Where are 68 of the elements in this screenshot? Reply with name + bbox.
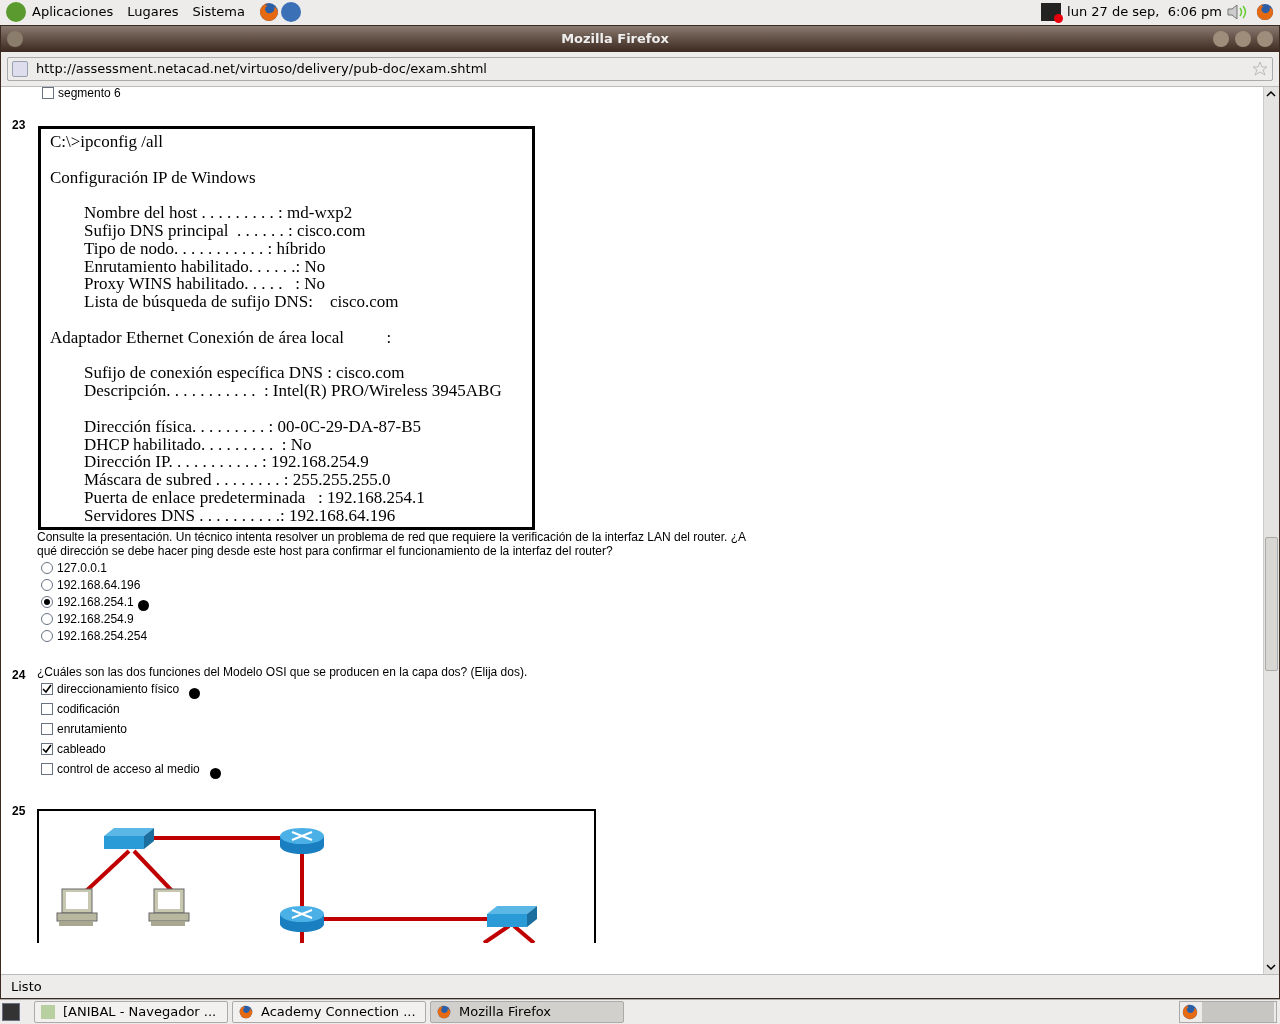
exhibit-line: Dirección IP. . . . . . . . . . . : 192.168.254.9	[83, 453, 370, 472]
exhibit-line: Sufijo de conexión específica DNS : cisco.com	[83, 364, 406, 383]
panel-menu[interactable]: Lugares	[127, 2, 179, 22]
firefox-icon[interactable]	[239, 1005, 253, 1019]
firefox-icon[interactable]	[437, 1005, 451, 1019]
window-title: Mozilla Firefox	[561, 30, 669, 49]
exhibit-line: Nombre del host . . . . . . . . . : md-wxp2	[83, 204, 354, 222]
exhibit-line: Enrutamiento habilitado. . . . . .: No	[83, 257, 327, 276]
checkbox[interactable]	[41, 742, 53, 755]
exhibit-line: Descripción. . . . . . . . . . . : Intel(R) PRO/Wireless 3945ABG	[83, 382, 503, 400]
exhibit-line: Adaptador Ethernet Conexión de área local :	[50, 328, 393, 347]
exhibit-line: Lista de búsqueda de sufijo DNS: cisco.com	[83, 293, 400, 311]
scrollbar[interactable]	[1263, 87, 1279, 974]
checkbox[interactable]	[42, 87, 54, 99]
radio-button[interactable]	[41, 578, 53, 591]
clock[interactable]: lun 27 de sep, 6:06 pm	[1067, 2, 1222, 22]
option-label: 192.168.64.196	[57, 576, 141, 593]
panel-menu[interactable]: Aplicaciones	[32, 2, 114, 22]
option-label: 192.168.254.254	[57, 627, 148, 644]
speaker-icon[interactable]	[1226, 3, 1248, 21]
option-label: cableado	[57, 740, 106, 757]
show-desktop-icon[interactable]	[2, 1003, 20, 1021]
option-label: enrutamiento	[57, 720, 128, 737]
radio-button[interactable]	[41, 595, 53, 608]
taskbar-button[interactable]: Academy Connection ...	[232, 1001, 426, 1023]
taskbar-button[interactable]: [ANIBAL - Navegador ...	[34, 1001, 228, 1023]
status-bar: Listo	[1, 974, 1279, 998]
exhibit-line: Tipo de nodo. . . . . . . . . . . : híbrido	[83, 239, 327, 258]
checkbox[interactable]	[41, 682, 53, 695]
window-icon	[41, 1005, 55, 1019]
checkbox[interactable]	[41, 702, 53, 715]
exhibit-line: Máscara de subred . . . . . . . . : 255.255.255.0	[83, 471, 392, 489]
option-label: 192.168.254.1	[57, 593, 134, 610]
question-number: 23	[11, 117, 27, 134]
exhibit-line: Dirección física. . . . . . . . . : 00-0C-29-DA-87-B5	[83, 417, 423, 436]
option-label: direccionamiento físico	[57, 680, 180, 697]
option-label: codificación	[57, 700, 120, 717]
option-label: segmento 6	[58, 87, 121, 102]
page-icon	[12, 61, 28, 77]
option-label: 127.0.0.1	[57, 559, 108, 576]
option-label: control de acceso al medio	[57, 760, 200, 777]
question-number: 25	[11, 802, 27, 820]
radio-button[interactable]	[41, 561, 53, 574]
radio-button[interactable]	[41, 629, 53, 642]
firefox-icon[interactable]	[1256, 3, 1274, 21]
network-icon[interactable]	[1041, 3, 1062, 21]
panel-menu[interactable]: Sistema	[192, 2, 245, 22]
firefox-icon[interactable]	[258, 2, 279, 22]
exhibit-line: Sufijo DNS principal . . . . . . : cisco.com	[83, 222, 367, 240]
address-field[interactable]: http://assessment.netacad.net/virtuoso/delivery/pub-doc/exam.shtml	[7, 57, 1273, 81]
exhibit-line: Puerta de enlace predeterminada : 192.168.254.1	[83, 488, 426, 507]
firefox-icon[interactable]	[1182, 1004, 1198, 1020]
option-label: 192.168.254.9	[57, 610, 134, 627]
question-text: Consulte la presentación. Un técnico intenta resolver un problema de red que requiere la verificación de la interfaz LAN del router. ¿A qué dirección se debe hacer ping desde este host para confirmar el funcionamiento de la interfaz del router?	[37, 529, 747, 558]
exhibit-line: Configuración IP de Windows	[50, 168, 257, 187]
taskbar-button[interactable]: Mozilla Firefox	[430, 1001, 624, 1023]
checkbox[interactable]	[41, 762, 53, 775]
exhibit-line: DHCP habilitado. . . . . . . . . : No	[83, 435, 313, 454]
radio-button[interactable]	[41, 612, 53, 625]
checkbox[interactable]	[41, 722, 53, 735]
workspace-switcher[interactable]	[1202, 1002, 1274, 1022]
question-text: ¿Cuáles son las dos funciones del Modelo OSI que se producen en la capa dos? (Elija dos).	[37, 664, 529, 679]
exhibit-line: Proxy WINS habilitado. . . . . : No	[83, 275, 326, 294]
star-icon[interactable]	[1252, 61, 1268, 77]
exhibit-line: Servidores DNS . . . . . . . . . .: 192.168.64.196	[83, 506, 397, 525]
question-number: 24	[11, 666, 27, 684]
exhibit-line: C:\>ipconfig /all	[50, 133, 164, 151]
scroll-thumb[interactable]	[1265, 537, 1278, 671]
